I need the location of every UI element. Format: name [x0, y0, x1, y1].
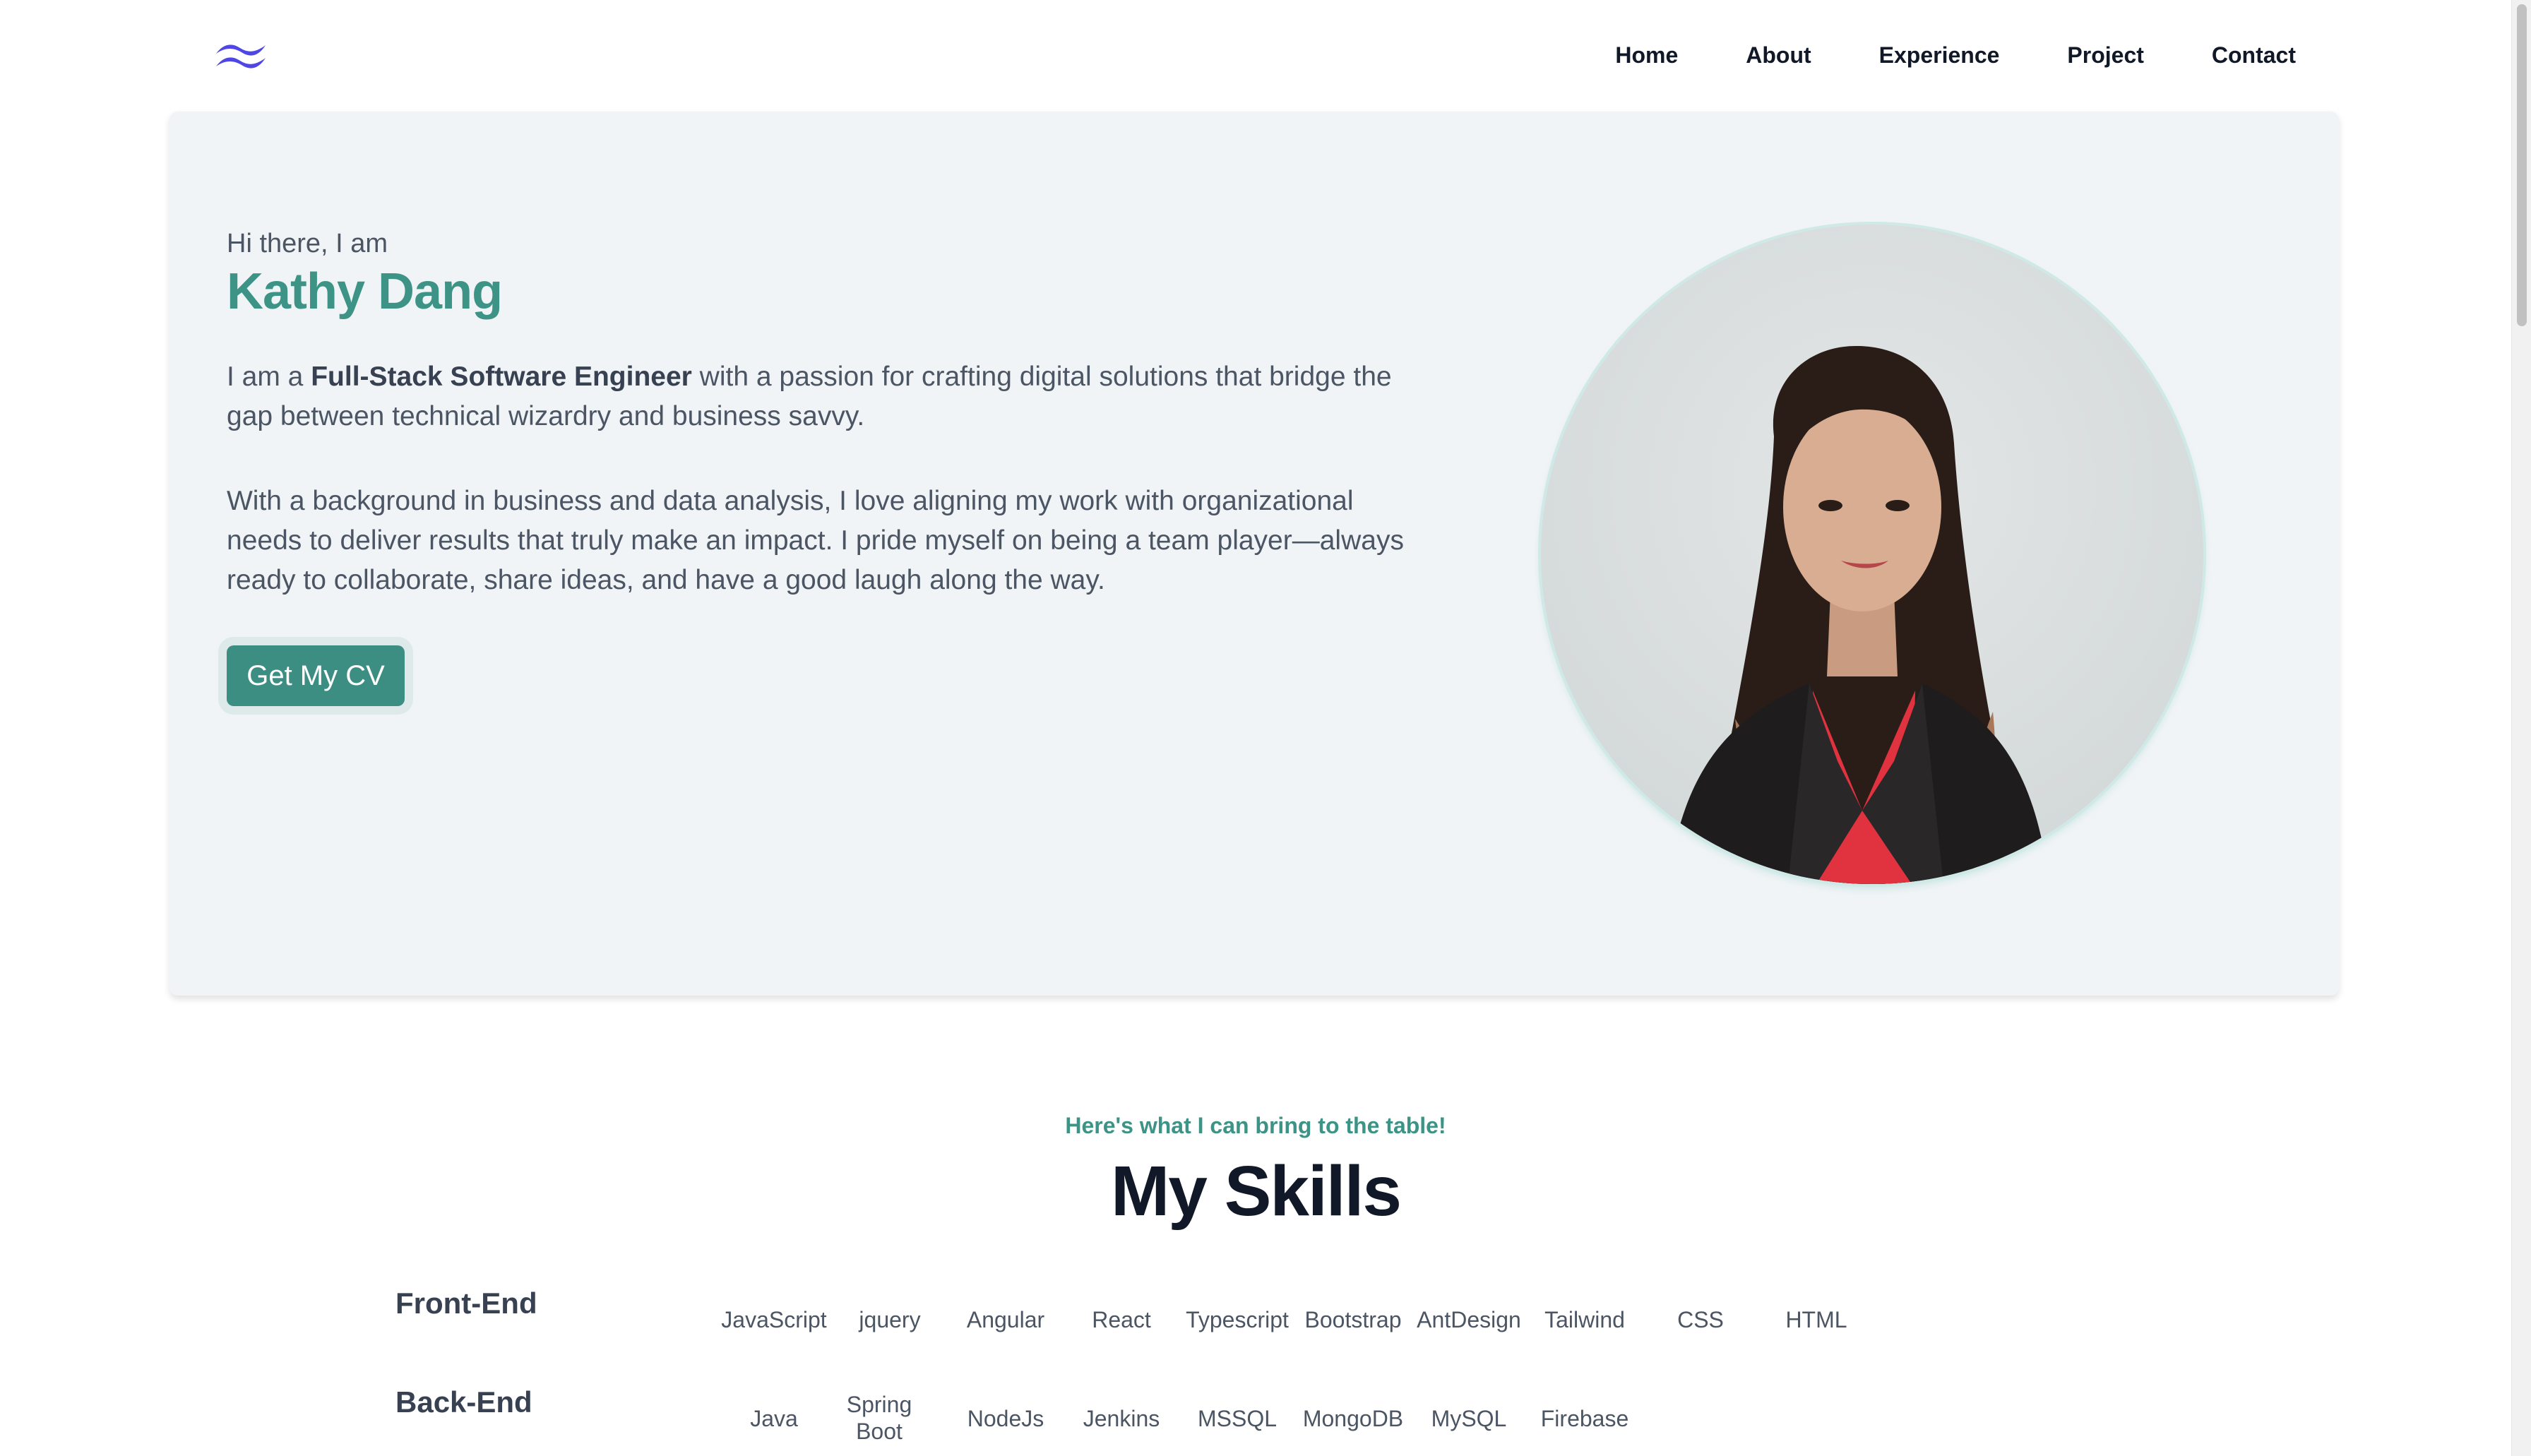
skill-item: Firebase [1540, 1406, 1629, 1431]
skill-item: jquery [859, 1307, 921, 1332]
skill-item: Tailwind [1544, 1307, 1625, 1332]
skill-category-front-end: Front-End [395, 1287, 537, 1320]
skill-item: Java [750, 1406, 798, 1431]
skill-item: MongoDB [1302, 1406, 1404, 1431]
skill-item: Jenkins [1083, 1406, 1160, 1431]
skill-item: MSSQL [1197, 1406, 1278, 1431]
skill-item: Typescript [1186, 1307, 1289, 1332]
skill-item: AntDesign [1417, 1307, 1521, 1332]
skills-title: My Skills [1111, 1152, 1402, 1231]
skill-item: React [1092, 1307, 1151, 1332]
wave-logo-icon[interactable] [213, 38, 268, 73]
get-cv-button[interactable]: Get My CV [227, 645, 405, 706]
intro-role: Full-Stack Software Engineer [311, 362, 692, 392]
nav-experience[interactable]: Experience [1879, 40, 2000, 71]
intro-before: I am a [227, 362, 311, 392]
skills-subtitle: Here's what I can bring to the table! [1065, 1113, 1446, 1138]
hero-paragraph-2: With a background in business and data a… [227, 486, 1404, 595]
nav-contact[interactable]: Contact [2212, 40, 2296, 71]
nav-home[interactable]: Home [1615, 40, 1678, 71]
scrollbar-thumb[interactable] [2517, 4, 2527, 326]
skill-category-back-end: Back-End [395, 1385, 532, 1419]
hero-card: Hi there, I am Kathy Dang I am a Full-St… [169, 112, 2339, 996]
skill-item: Bootstrap [1304, 1307, 1402, 1332]
skill-item: JavaScript [721, 1307, 827, 1332]
hero-intro: I am a Full-Stack Software Engineer with… [227, 357, 1427, 436]
profile-photo-illustration [1668, 345, 2049, 884]
vertical-scrollbar[interactable] [2511, 0, 2531, 1456]
skill-item: Spring Boot [846, 1392, 912, 1444]
profile-photo [1541, 225, 2203, 884]
portfolio-page: Home About Experience Project Contact Hi… [0, 0, 2531, 1456]
skill-item: HTML [1785, 1307, 1847, 1332]
nav-project[interactable]: Project [2067, 40, 2143, 71]
hero-name: Kathy Dang [227, 263, 503, 320]
skill-item: Angular [966, 1307, 1045, 1332]
skill-item: CSS [1677, 1307, 1724, 1332]
hero-greeting: Hi there, I am [227, 229, 388, 258]
nav-about[interactable]: About [1746, 40, 1811, 71]
skill-item: MySQL [1431, 1406, 1507, 1431]
main-nav: Home About Experience Project Contact [1615, 40, 2296, 71]
skill-item: NodeJs [967, 1406, 1044, 1431]
